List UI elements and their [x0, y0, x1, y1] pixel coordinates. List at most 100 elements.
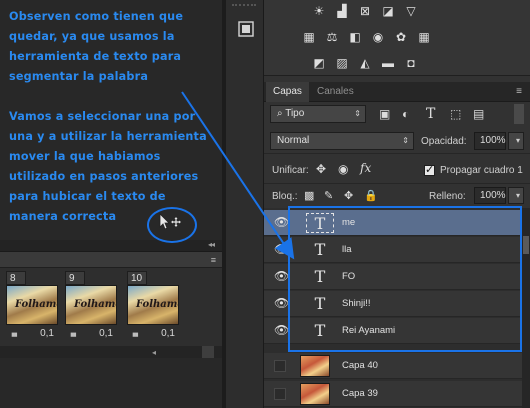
- levels-icon[interactable]: ▟: [334, 4, 350, 18]
- timeline-header: ≡: [0, 252, 222, 268]
- opacity-input[interactable]: 100%: [474, 132, 506, 150]
- layer-row[interactable]: Capa 40: [264, 353, 522, 379]
- unify-label: Unificar:: [272, 165, 309, 176]
- scroll-thumb[interactable]: [523, 236, 529, 254]
- layer-thumbnail: [300, 355, 330, 377]
- layer-name: Capa 40: [342, 360, 378, 371]
- opacity-label: Opacidad:: [421, 136, 467, 147]
- frame-number: 10: [127, 271, 147, 285]
- color-balance-icon[interactable]: ⚖: [324, 30, 340, 44]
- blend-mode-value: Normal: [277, 135, 310, 146]
- annotation-text-1: Observen como tienen que quedar, ya que …: [9, 10, 184, 83]
- scroll-left-icon[interactable]: ◂: [152, 348, 162, 357]
- frame-delay-select[interactable]: ▗▖ 0,1: [65, 327, 117, 341]
- adjustment-filter-icon[interactable]: ◐: [402, 107, 409, 121]
- smart-object-filter-icon[interactable]: ▤: [473, 107, 484, 121]
- loop-icon: ▗▖: [9, 330, 20, 337]
- black-white-icon[interactable]: ◧: [347, 30, 363, 44]
- tab-channels[interactable]: Canales: [310, 82, 361, 102]
- frame-thumbnail: Folhame: [127, 285, 179, 325]
- cube-3d-icon[interactable]: [236, 20, 256, 40]
- channel-mixer-icon[interactable]: ✿: [393, 30, 409, 44]
- eye-icon[interactable]: 👁: [274, 324, 289, 336]
- panel-menu-icon[interactable]: ≡: [211, 255, 216, 265]
- timeline-frame[interactable]: 10 Folhame ▗▖ 0,1: [127, 271, 179, 343]
- visibility-toggle[interactable]: [274, 360, 286, 372]
- propagate-label: Propagar cuadro 1: [440, 165, 523, 176]
- chevron-down-icon: ▾: [515, 191, 520, 200]
- annotation-highlight-box: [288, 206, 522, 352]
- layers-scrollbar[interactable]: [522, 208, 530, 408]
- frame-delay-value: 0,1: [99, 328, 113, 339]
- timeline-frame[interactable]: 8 Folhame ▗▖ 0,1: [6, 271, 58, 343]
- tab-layers[interactable]: Capas: [266, 82, 309, 102]
- brightness-icon[interactable]: ☀: [311, 4, 327, 18]
- search-icon: ⌕: [277, 108, 286, 119]
- threshold-icon[interactable]: ◭: [357, 56, 373, 70]
- frame-number: 8: [6, 271, 26, 285]
- animation-timeline: ◂◂ ≡ 8 Folhame ▗▖ 0,1 9 Folhame ▗▖ 0,1 1…: [0, 240, 222, 408]
- blend-mode-select[interactable]: Normal ⇕: [270, 132, 414, 150]
- layers-panel-tabs: Capas Canales ≡: [264, 82, 530, 102]
- photo-filter-icon[interactable]: ◉: [370, 30, 386, 44]
- timeline-tab-row: ◂◂: [0, 240, 222, 252]
- chevron-down-icon: ▾: [515, 136, 520, 145]
- frame-thumbnail: Folhame: [6, 285, 58, 325]
- panel-menu-icon[interactable]: ≡: [516, 86, 522, 97]
- frame-delay-select[interactable]: ▗▖ 0,1: [6, 327, 58, 341]
- filter-kind-value: Tipo: [285, 108, 305, 119]
- eye-icon[interactable]: 👁: [274, 243, 289, 255]
- fill-dropdown[interactable]: ▾: [508, 187, 524, 204]
- loop-icon: ▗▖: [68, 330, 79, 337]
- frame-delay-select[interactable]: ▗▖ 0,1: [127, 327, 179, 341]
- unify-position-icon[interactable]: ✥: [316, 162, 326, 176]
- shape-filter-icon[interactable]: ⬚: [450, 107, 461, 121]
- exposure-icon[interactable]: ◪: [380, 4, 396, 18]
- curves-icon[interactable]: ⊠: [357, 4, 373, 18]
- fill-input[interactable]: 100%: [474, 187, 506, 204]
- collapse-icon[interactable]: ◂◂: [208, 240, 215, 249]
- blend-row: Normal ⇕ Opacidad: 100% ▾: [264, 128, 530, 154]
- filter-kind-select[interactable]: ⌕ Tipo ⇕: [270, 105, 366, 123]
- layer-row[interactable]: Capa 39: [264, 381, 522, 407]
- layer-thumbnail: [300, 383, 330, 405]
- lock-all-icon[interactable]: 🔒: [364, 189, 378, 202]
- frame-delay-value: 0,1: [161, 328, 175, 339]
- posterize-icon[interactable]: ▨: [334, 56, 350, 70]
- frame-thumb-text: Folhame: [136, 299, 179, 310]
- lock-transparency-icon[interactable]: ▩: [304, 189, 314, 202]
- invert-icon[interactable]: ◩: [311, 56, 327, 70]
- chevron-up-down-icon: ⇕: [354, 109, 361, 118]
- eye-icon[interactable]: 👁: [274, 216, 289, 228]
- type-filter-icon[interactable]: T: [426, 106, 435, 122]
- layer-filter-bar: ⌕ Tipo ⇕ ▣ ◐ T ⬚ ▤: [264, 102, 530, 126]
- unify-row: Unificar: ✥ ◉ fx Propagar cuadro 1: [264, 156, 530, 184]
- color-lookup-icon[interactable]: ▦: [416, 30, 432, 44]
- unify-visibility-icon[interactable]: ◉: [338, 162, 348, 176]
- gradient-down-icon[interactable]: ▽: [403, 4, 419, 18]
- collapsed-panel-dock: [226, 0, 264, 408]
- visibility-toggle[interactable]: [274, 388, 286, 400]
- chevron-up-down-icon: ⇕: [402, 136, 409, 145]
- opacity-dropdown[interactable]: ▾: [508, 132, 524, 150]
- gradient-map-icon[interactable]: ▬: [380, 56, 396, 70]
- unify-style-icon[interactable]: fx: [360, 161, 371, 175]
- propagate-checkbox[interactable]: [424, 163, 435, 176]
- selective-color-icon[interactable]: ◘: [403, 56, 419, 70]
- lock-position-icon[interactable]: ✥: [344, 189, 353, 202]
- scroll-thumb[interactable]: [202, 346, 214, 358]
- timeline-scrollbar[interactable]: ◂: [0, 346, 222, 358]
- eye-icon[interactable]: 👁: [274, 297, 289, 309]
- timeline-frame[interactable]: 9 Folhame ▗▖ 0,1: [65, 271, 117, 343]
- pixel-filter-icon[interactable]: ▣: [379, 107, 390, 121]
- filter-toggle-icon[interactable]: [514, 104, 524, 124]
- lock-label: Bloq.:: [272, 191, 298, 202]
- drag-grip-icon[interactable]: [232, 4, 256, 8]
- lock-row: Bloq.: ▩ ✎ ✥ 🔒 Relleno: 100% ▾: [264, 186, 530, 206]
- eye-icon[interactable]: 👁: [274, 270, 289, 282]
- frame-thumb-text: Folhame: [74, 299, 117, 310]
- annotation-highlight-circle: [147, 207, 197, 243]
- vibrance-icon[interactable]: ▦: [301, 30, 317, 44]
- lock-pixels-icon[interactable]: ✎: [324, 189, 333, 202]
- fill-label: Relleno:: [429, 191, 466, 202]
